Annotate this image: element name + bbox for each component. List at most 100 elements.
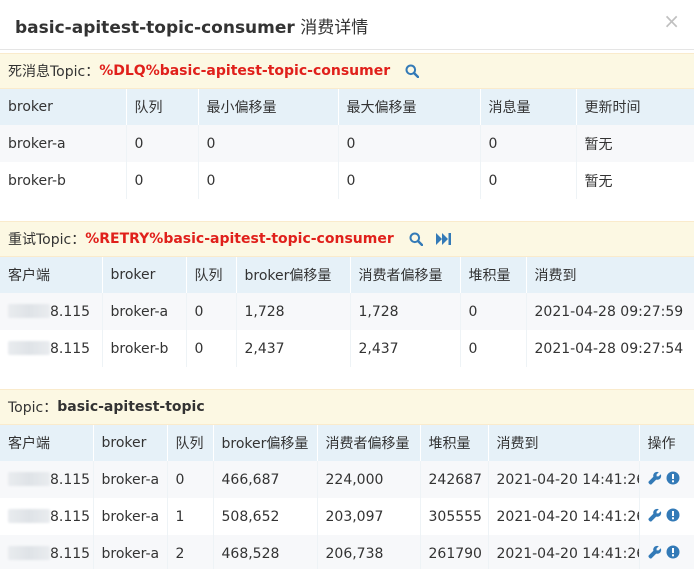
redacted-ip [8, 545, 50, 560]
redacted-ip [8, 471, 50, 486]
column-header: broker [0, 89, 127, 125]
table-cell: 305555 [420, 498, 489, 535]
client-suffix: 8.115 [50, 303, 91, 320]
table-cell: 0 [480, 125, 577, 162]
table-cell: 0 [480, 162, 577, 199]
table-cell: 0 [126, 162, 199, 199]
column-header: 最小偏移量 [198, 89, 339, 125]
table-cell: 242687 [420, 461, 489, 498]
topic-label: Topic： [8, 400, 58, 416]
table-cell: 2,437 [350, 330, 461, 367]
table-cell: 0 [338, 125, 481, 162]
table-row: 8.115 broker-a 0 1,728 1,728 0 2021-04-2… [0, 293, 694, 330]
table-cell: broker-b [102, 330, 187, 367]
dlq-topic-name: %DLQ%basic-apitest-topic-consumer [99, 63, 391, 79]
table-cell: 203,097 [317, 498, 421, 535]
table-cell: 508,652 [213, 498, 318, 535]
redacted-ip [8, 508, 50, 523]
topic-table-header: 客户端 broker 队列 broker偏移量 消费者偏移量 堆积量 消费到 操… [0, 425, 694, 461]
table-cell: 2021-04-28 09:27:59 [526, 293, 694, 330]
wrench-icon[interactable] [647, 545, 662, 559]
column-header: broker偏移量 [213, 425, 318, 461]
table-cell: 0 [198, 125, 339, 162]
column-header: 队列 [126, 89, 199, 125]
retry-section: 重试Topic： %RETRY%basic-apitest-topic-cons… [0, 221, 694, 367]
table-cell: 466,687 [213, 461, 318, 498]
client-suffix: 8.115 [50, 545, 91, 562]
search-icon[interactable] [408, 231, 424, 247]
column-header: 消费到 [488, 425, 640, 461]
client-cell: 8.115 [0, 293, 103, 330]
redacted-ip [8, 340, 50, 355]
table-cell: 2021-04-20 14:41:26 [488, 535, 640, 569]
column-header: 堆积量 [460, 257, 527, 293]
column-header: 队列 [167, 425, 214, 461]
column-header: 堆积量 [420, 425, 489, 461]
table-cell: 224,000 [317, 461, 421, 498]
table-cell: broker-a [93, 461, 168, 498]
topic-name: basic-apitest-topic [57, 399, 205, 415]
table-cell: 0 [460, 330, 527, 367]
table-cell: broker-a [0, 125, 127, 162]
table-cell: broker-b [0, 162, 127, 199]
table-cell: broker-a [93, 498, 168, 535]
retry-topic-name: %RETRY%basic-apitest-topic-consumer [85, 231, 394, 247]
table-cell: 0 [167, 461, 214, 498]
client-suffix: 8.115 [50, 340, 91, 357]
client-suffix: 8.115 [50, 471, 91, 488]
column-header: 操作 [639, 425, 694, 461]
table-cell: 暂无 [576, 125, 694, 162]
modal-title: basic-apitest-topic-consumer 消费详情 [15, 13, 368, 38]
column-header: 消费者偏移量 [317, 425, 421, 461]
retry-table-header: 客户端 broker 队列 broker偏移量 消费者偏移量 堆积量 消费到 [0, 257, 694, 293]
table-cell: 2,437 [236, 330, 351, 367]
table-cell: broker-a [102, 293, 187, 330]
column-header: broker [102, 257, 187, 293]
ops-cell [639, 461, 694, 498]
modal-header: basic-apitest-topic-consumer 消费详情 × [0, 0, 694, 50]
column-header: 客户端 [0, 257, 103, 293]
close-button[interactable]: × [663, 10, 680, 32]
info-icon[interactable] [666, 471, 680, 485]
column-header: 最大偏移量 [338, 89, 481, 125]
table-cell: 206,738 [317, 535, 421, 569]
topic-header: Topic： basic-apitest-topic [0, 389, 694, 425]
ops-cell [639, 535, 694, 569]
client-suffix: 8.115 [50, 508, 91, 525]
column-header: broker偏移量 [236, 257, 351, 293]
wrench-icon[interactable] [647, 471, 662, 485]
table-cell: 0 [338, 162, 481, 199]
column-header: 客户端 [0, 425, 94, 461]
column-header: 消息量 [480, 89, 577, 125]
client-cell: 8.115 [0, 461, 94, 498]
ops-cell [639, 498, 694, 535]
info-icon[interactable] [666, 545, 680, 559]
table-cell: 1 [167, 498, 214, 535]
table-cell: 2 [167, 535, 214, 569]
dlq-table: broker 队列 最小偏移量 最大偏移量 消息量 更新时间 broker-a … [0, 89, 694, 199]
table-cell: 261790 [420, 535, 489, 569]
topic-table: 客户端 broker 队列 broker偏移量 消费者偏移量 堆积量 消费到 操… [0, 425, 694, 569]
table-row: 8.115 broker-a 0 466,687 224,000 242687 … [0, 461, 694, 498]
table-row: broker-a 0 0 0 0 暂无 [0, 125, 694, 162]
table-cell: 2021-04-28 09:27:54 [526, 330, 694, 367]
dlq-section: 死消息Topic： %DLQ%basic-apitest-topic-consu… [0, 53, 694, 199]
column-header: 消费者偏移量 [350, 257, 461, 293]
table-row: broker-b 0 0 0 0 暂无 [0, 162, 694, 199]
dlq-table-header: broker 队列 最小偏移量 最大偏移量 消息量 更新时间 [0, 89, 694, 125]
table-cell: 0 [186, 293, 237, 330]
modal-title-consumer: basic-apitest-topic-consumer [15, 18, 295, 38]
column-header: 更新时间 [576, 89, 694, 125]
column-header: 队列 [186, 257, 237, 293]
column-header: broker [93, 425, 168, 461]
table-cell: 0 [460, 293, 527, 330]
fast-forward-icon[interactable] [435, 231, 452, 247]
table-cell: 暂无 [576, 162, 694, 199]
modal-title-suffix: 消费详情 [294, 18, 369, 38]
dlq-header: 死消息Topic： %DLQ%basic-apitest-topic-consu… [0, 53, 694, 89]
wrench-icon[interactable] [647, 508, 662, 522]
search-icon[interactable] [404, 63, 420, 79]
client-cell: 8.115 [0, 330, 103, 367]
table-row: 8.115 broker-a 1 508,652 203,097 305555 … [0, 498, 694, 535]
info-icon[interactable] [666, 508, 680, 522]
